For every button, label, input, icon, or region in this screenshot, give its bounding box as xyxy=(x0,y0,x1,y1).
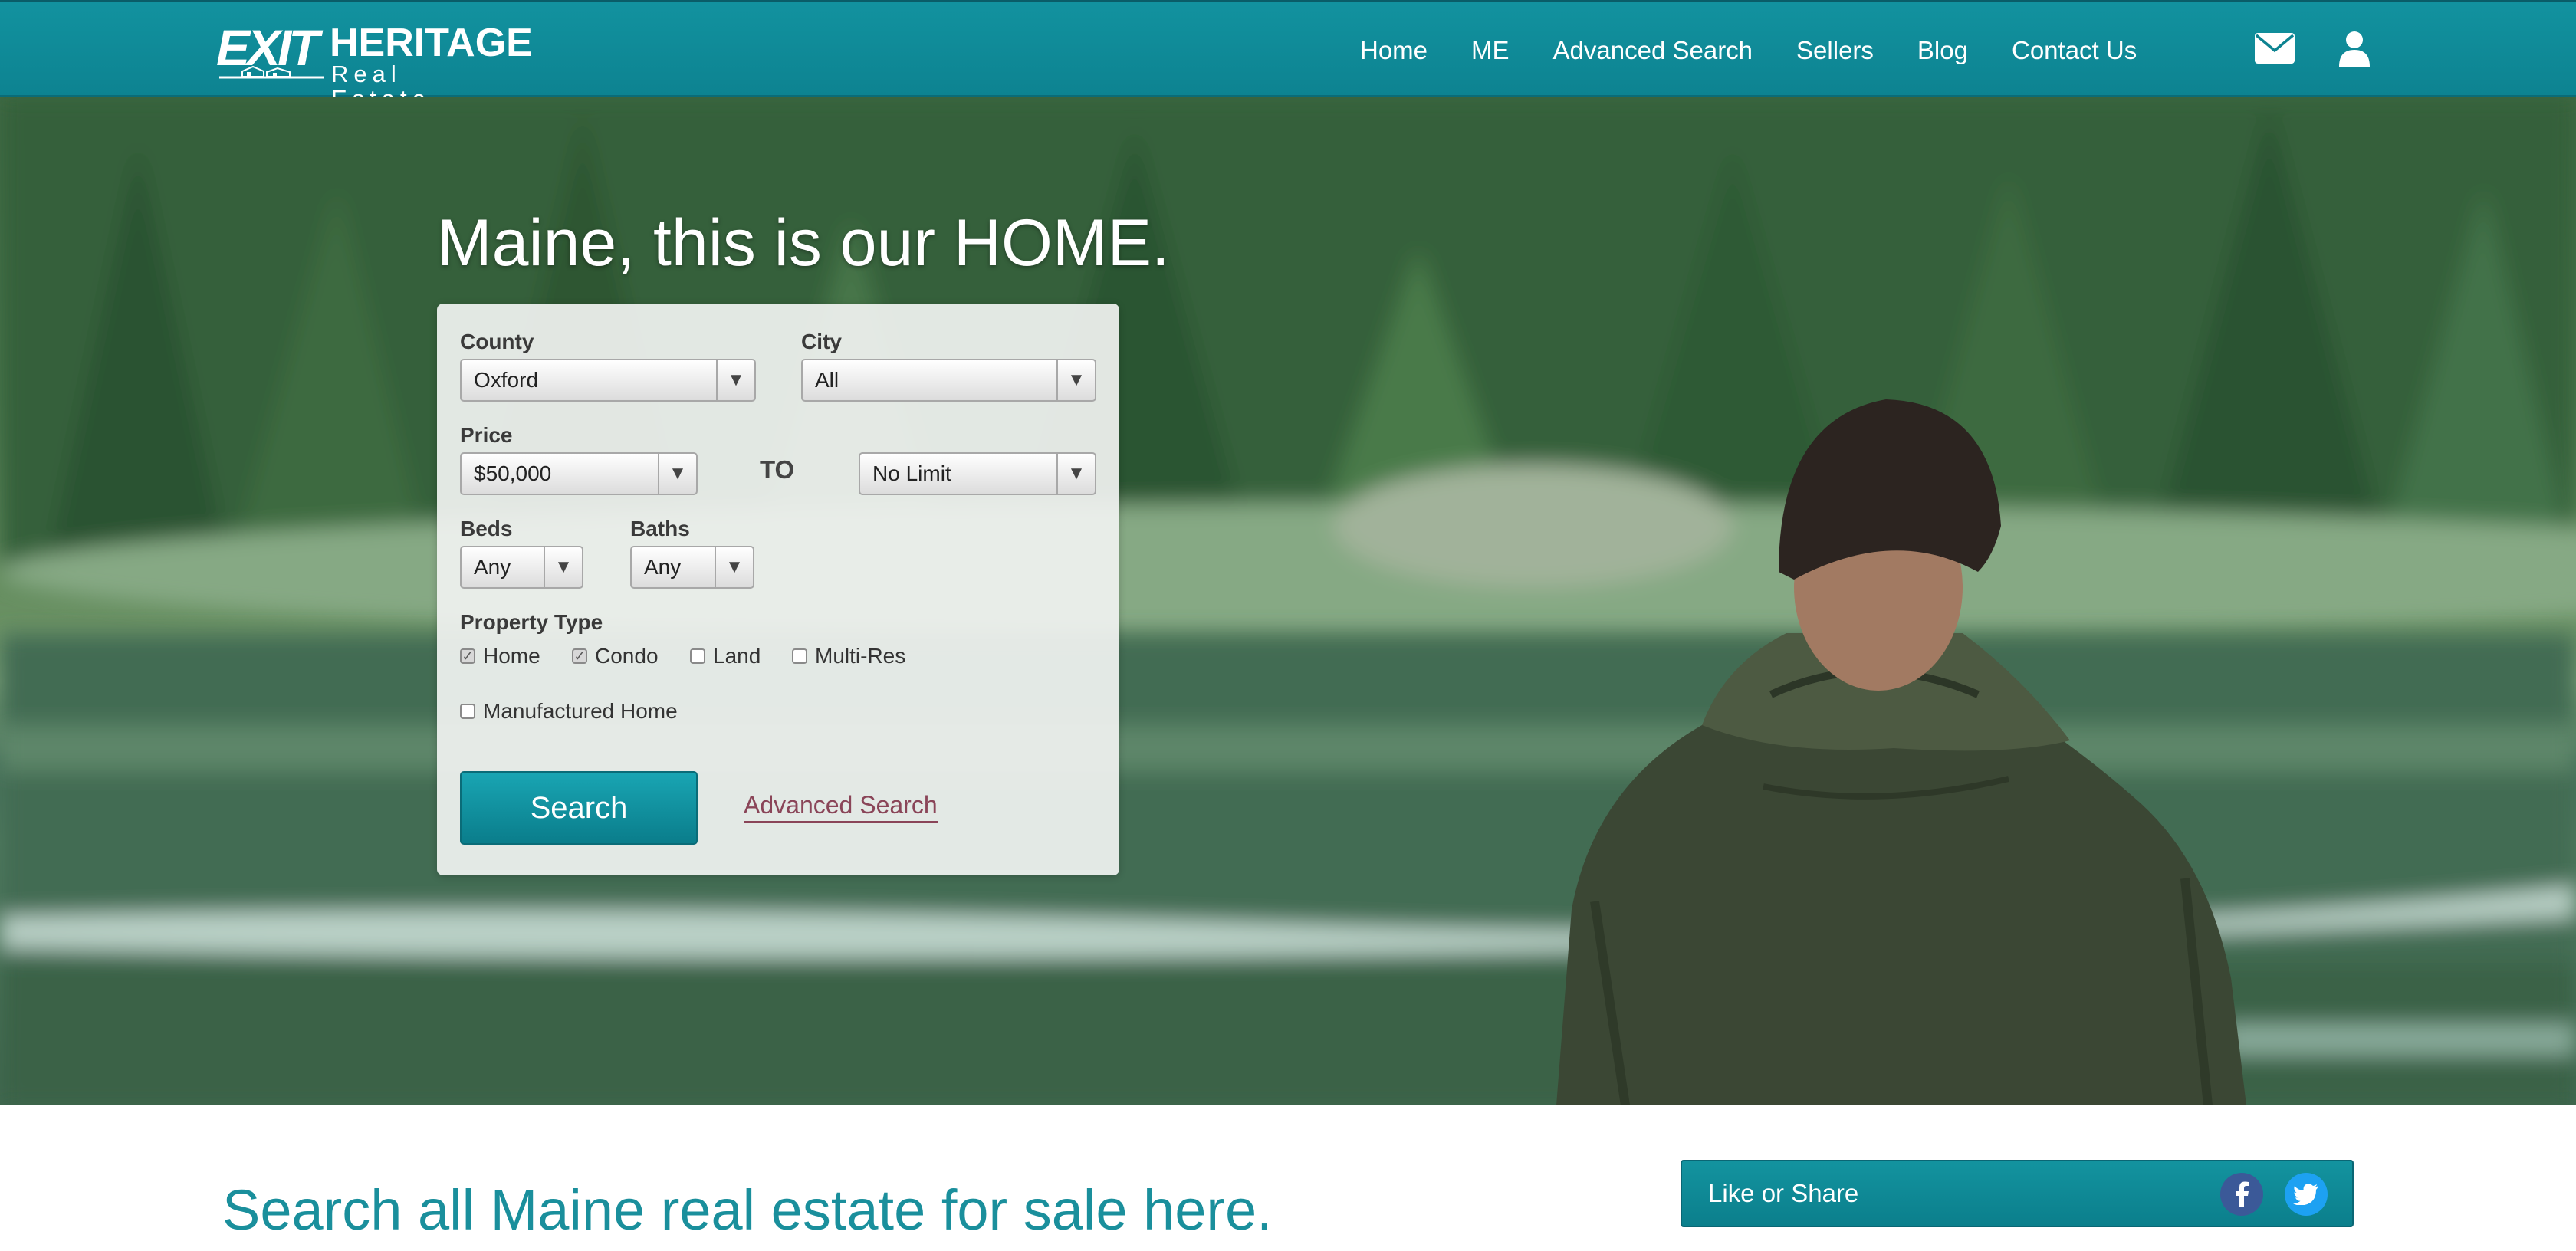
baths-label: Baths xyxy=(630,517,690,540)
chevron-down-icon: ▼ xyxy=(544,547,582,587)
main-nav: Home ME Advanced Search Sellers Blog Con… xyxy=(1360,2,2180,99)
checkbox-label: Land xyxy=(713,644,761,668)
property-type-multi-res-checkbox[interactable]: Multi-Res xyxy=(792,644,905,668)
like-or-share-label: Like or Share xyxy=(1708,1179,1859,1207)
property-type-manufactured-home-checkbox[interactable]: Manufactured Home xyxy=(460,699,678,724)
nav-item-sellers[interactable]: Sellers xyxy=(1796,36,1874,65)
twitter-icon[interactable] xyxy=(2285,1173,2328,1216)
price-to-label: TO xyxy=(760,455,795,484)
price-min-value: $50,000 xyxy=(474,461,552,485)
beds-select[interactable]: Any ▼ xyxy=(460,546,583,589)
checkbox-label: Multi-Res xyxy=(815,644,906,668)
chevron-down-icon: ▼ xyxy=(715,547,753,587)
envelope-icon[interactable] xyxy=(2254,31,2295,65)
property-type-home-checkbox[interactable]: ✓ Home xyxy=(460,644,540,668)
nav-item-blog[interactable]: Blog xyxy=(1917,36,1968,65)
search-tagline-heading: Search all Maine real estate for sale he… xyxy=(222,1178,1273,1242)
beds-select-value: Any xyxy=(474,555,511,579)
exit-heritage-logo[interactable]: EXIT HERITAGE Real Estate xyxy=(216,22,533,111)
forest-trees xyxy=(0,97,2576,641)
checkbox-checked-icon: ✓ xyxy=(460,648,475,664)
checkbox-checked-icon: ✓ xyxy=(572,648,587,664)
hero-banner: Maine, this is our HOME. County Oxford ▼… xyxy=(0,97,2576,1105)
checkbox-label: Condo xyxy=(595,644,659,668)
price-label: Price xyxy=(460,423,513,447)
hero-background-image xyxy=(0,97,2576,1105)
logo-heritage-text: HERITAGE xyxy=(330,21,533,65)
like-or-share-bar: Like or Share xyxy=(1681,1160,2354,1227)
price-min-select[interactable]: $50,000 ▼ xyxy=(460,452,698,495)
city-label: City xyxy=(801,330,842,353)
baths-select[interactable]: Any ▼ xyxy=(630,546,754,589)
chevron-down-icon: ▼ xyxy=(1056,454,1095,494)
checkbox-label: Home xyxy=(483,644,540,668)
property-type-land-checkbox[interactable]: Land xyxy=(690,644,761,668)
property-type-label: Property Type xyxy=(460,610,603,634)
city-select-value: All xyxy=(815,368,840,392)
hero-title: Maine, this is our HOME. xyxy=(437,206,1170,280)
baths-select-value: Any xyxy=(644,555,682,579)
checkbox-unchecked-icon xyxy=(690,648,705,664)
checkbox-unchecked-icon xyxy=(460,704,475,719)
price-max-select[interactable]: No Limit ▼ xyxy=(859,452,1096,495)
search-button[interactable]: Search xyxy=(460,771,698,845)
beds-label: Beds xyxy=(460,517,513,540)
nav-item-advanced-search[interactable]: Advanced Search xyxy=(1553,36,1753,65)
city-select[interactable]: All ▼ xyxy=(801,359,1096,402)
user-icon[interactable] xyxy=(2338,30,2371,68)
price-max-value: No Limit xyxy=(872,461,951,485)
property-type-condo-checkbox[interactable]: ✓ Condo xyxy=(572,644,659,668)
chevron-down-icon: ▼ xyxy=(716,360,754,400)
facebook-icon[interactable] xyxy=(2220,1173,2263,1216)
property-search-panel: County Oxford ▼ City All ▼ Price $50,000… xyxy=(437,304,1119,875)
top-navbar: EXIT HERITAGE Real Estate Home ME Advanc… xyxy=(0,0,2576,111)
chevron-down-icon: ▼ xyxy=(1056,360,1095,400)
nav-item-contact-us[interactable]: Contact Us xyxy=(2012,36,2137,65)
nav-item-home[interactable]: Home xyxy=(1360,36,1428,65)
checkbox-label: Manufactured Home xyxy=(483,699,678,723)
county-select-value: Oxford xyxy=(474,368,539,392)
county-label: County xyxy=(460,330,534,353)
county-select[interactable]: Oxford ▼ xyxy=(460,359,756,402)
checkbox-unchecked-icon xyxy=(792,648,807,664)
chevron-down-icon: ▼ xyxy=(658,454,696,494)
logo-house-icon xyxy=(219,65,324,79)
advanced-search-link[interactable]: Advanced Search xyxy=(744,791,938,823)
nav-item-me[interactable]: ME xyxy=(1471,36,1510,65)
